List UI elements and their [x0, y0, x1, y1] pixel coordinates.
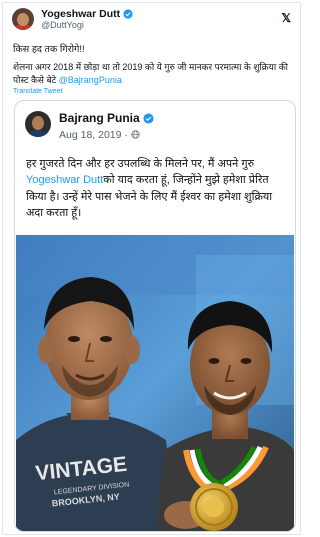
tweet-card: Yogeshwar Dutt @DuttYogi 𝕏 किस हद तक गिर… [2, 2, 301, 535]
quoted-author-row[interactable]: Bajrang Punia [59, 111, 154, 125]
author-avatar[interactable] [12, 8, 34, 30]
photo-illustration: VINTAGE LEGENDARY DIVISION BROOKLYN, NY [16, 235, 294, 531]
quoted-author-avatar[interactable] [25, 111, 51, 137]
mention-link[interactable]: @BajrangPunia [59, 75, 122, 85]
author-name[interactable]: Yogeshwar Dutt [41, 8, 120, 20]
quoted-author-name[interactable]: Bajrang Punia [59, 111, 140, 125]
translate-tweet-link[interactable]: Translate Tweet [13, 88, 62, 95]
tweet-text-main: शेलना अगर 2018 में छोड़ा था तो 2019 को य… [13, 62, 288, 85]
x-logo-icon: 𝕏 [281, 11, 291, 25]
quoted-text-part1: हर गुजरते दिन और हर उपलब्धि के मिलने पर,… [26, 158, 255, 170]
quoted-photo[interactable]: VINTAGE LEGENDARY DIVISION BROOKLYN, NY [16, 235, 294, 531]
author-handle[interactable]: @DuttYogi [41, 20, 84, 30]
quoted-text: हर गुजरते दिन और हर उपलब्धि के मिलने पर,… [26, 156, 288, 221]
tweet-text-body: शेलना अगर 2018 में छोड़ा था तो 2019 को य… [13, 61, 295, 86]
quoted-date[interactable]: Aug 18, 2019 · [59, 129, 131, 141]
quoted-mention-link[interactable]: Yogeshwar Dutt [26, 174, 103, 186]
quoted-date-row[interactable]: Aug 18, 2019 · [59, 129, 140, 141]
author-name-row[interactable]: Yogeshwar Dutt [41, 8, 133, 20]
verified-badge-icon [123, 9, 133, 19]
globe-icon [131, 130, 140, 139]
tweet-text-line1: किस हद तक गिरोगे!! [13, 44, 85, 55]
verified-badge-icon [143, 112, 154, 124]
quoted-tweet[interactable]: Bajrang Punia Aug 18, 2019 · हर गुजरते द… [14, 100, 296, 532]
